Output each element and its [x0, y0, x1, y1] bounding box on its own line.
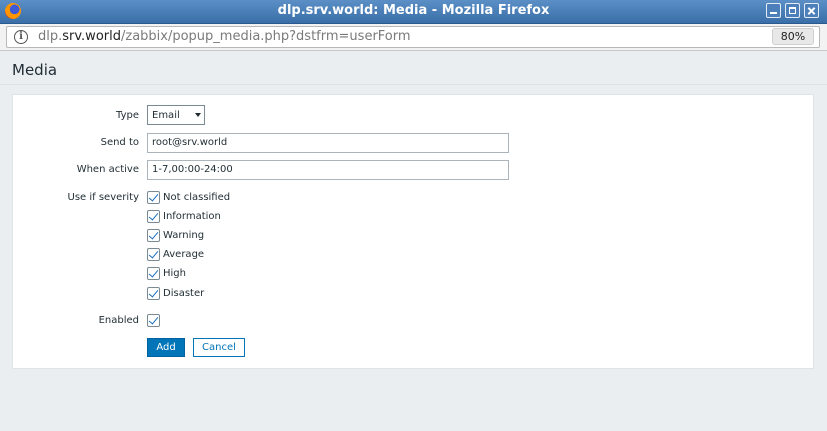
enabled-checkbox[interactable] — [147, 314, 160, 327]
severity-disaster-checkbox[interactable] — [147, 287, 160, 300]
severity-warning-checkbox[interactable] — [147, 229, 160, 242]
window-title: dlp.srv.world: Media - Mozilla Firefox — [277, 3, 550, 18]
severity-not-classified-checkbox[interactable] — [147, 191, 160, 204]
url-path: /zabbix/popup_media.php?dstfrm=userForm — [120, 29, 411, 44]
url-prefix: dlp. — [38, 29, 63, 44]
when-active-input[interactable]: 1-7,00:00-24:00 — [147, 160, 509, 180]
send-to-label: Send to — [100, 137, 139, 148]
window-titlebar: dlp.srv.world: Media - Mozilla Firefox — [0, 0, 827, 24]
maximize-button[interactable] — [785, 3, 800, 18]
severity-disaster-label: Disaster — [163, 288, 205, 299]
severity-label: Use if severity — [67, 192, 140, 203]
severity-information-checkbox[interactable] — [147, 210, 160, 223]
title-divider — [0, 84, 827, 85]
severity-average-label: Average — [163, 249, 205, 260]
zoom-indicator[interactable]: 80% — [772, 28, 814, 45]
severity-warning-label: Warning — [163, 230, 205, 241]
severity-not-classified-label: Not classified — [163, 192, 231, 203]
info-icon[interactable]: i — [14, 30, 28, 44]
severity-information-label: Information — [163, 211, 221, 222]
when-active-label: When active — [76, 164, 139, 175]
close-window-button[interactable] — [804, 3, 819, 18]
page-title: Media — [12, 61, 58, 79]
enabled-label: Enabled — [98, 315, 139, 326]
severity-high-checkbox[interactable] — [147, 267, 160, 280]
add-button[interactable]: Add — [147, 338, 185, 357]
cancel-button[interactable]: Cancel — [193, 338, 245, 357]
chevron-down-icon — [195, 113, 201, 117]
url-text[interactable]: dlp.srv.world/zabbix/popup_media.php?dst… — [38, 29, 411, 44]
url-host: srv.world — [62, 29, 121, 44]
severity-average-checkbox[interactable] — [147, 248, 160, 261]
type-select-value: Email — [152, 110, 180, 121]
navigation-toolbar: i dlp.srv.world/zabbix/popup_media.php?d… — [0, 24, 827, 51]
type-select[interactable]: Email — [147, 105, 205, 125]
type-label: Type — [116, 110, 139, 121]
severity-high-label: High — [163, 268, 186, 279]
url-bar[interactable]: i dlp.srv.world/zabbix/popup_media.php?d… — [6, 26, 820, 48]
minimize-button[interactable] — [766, 3, 781, 18]
send-to-input[interactable]: root@srv.world — [147, 133, 509, 153]
